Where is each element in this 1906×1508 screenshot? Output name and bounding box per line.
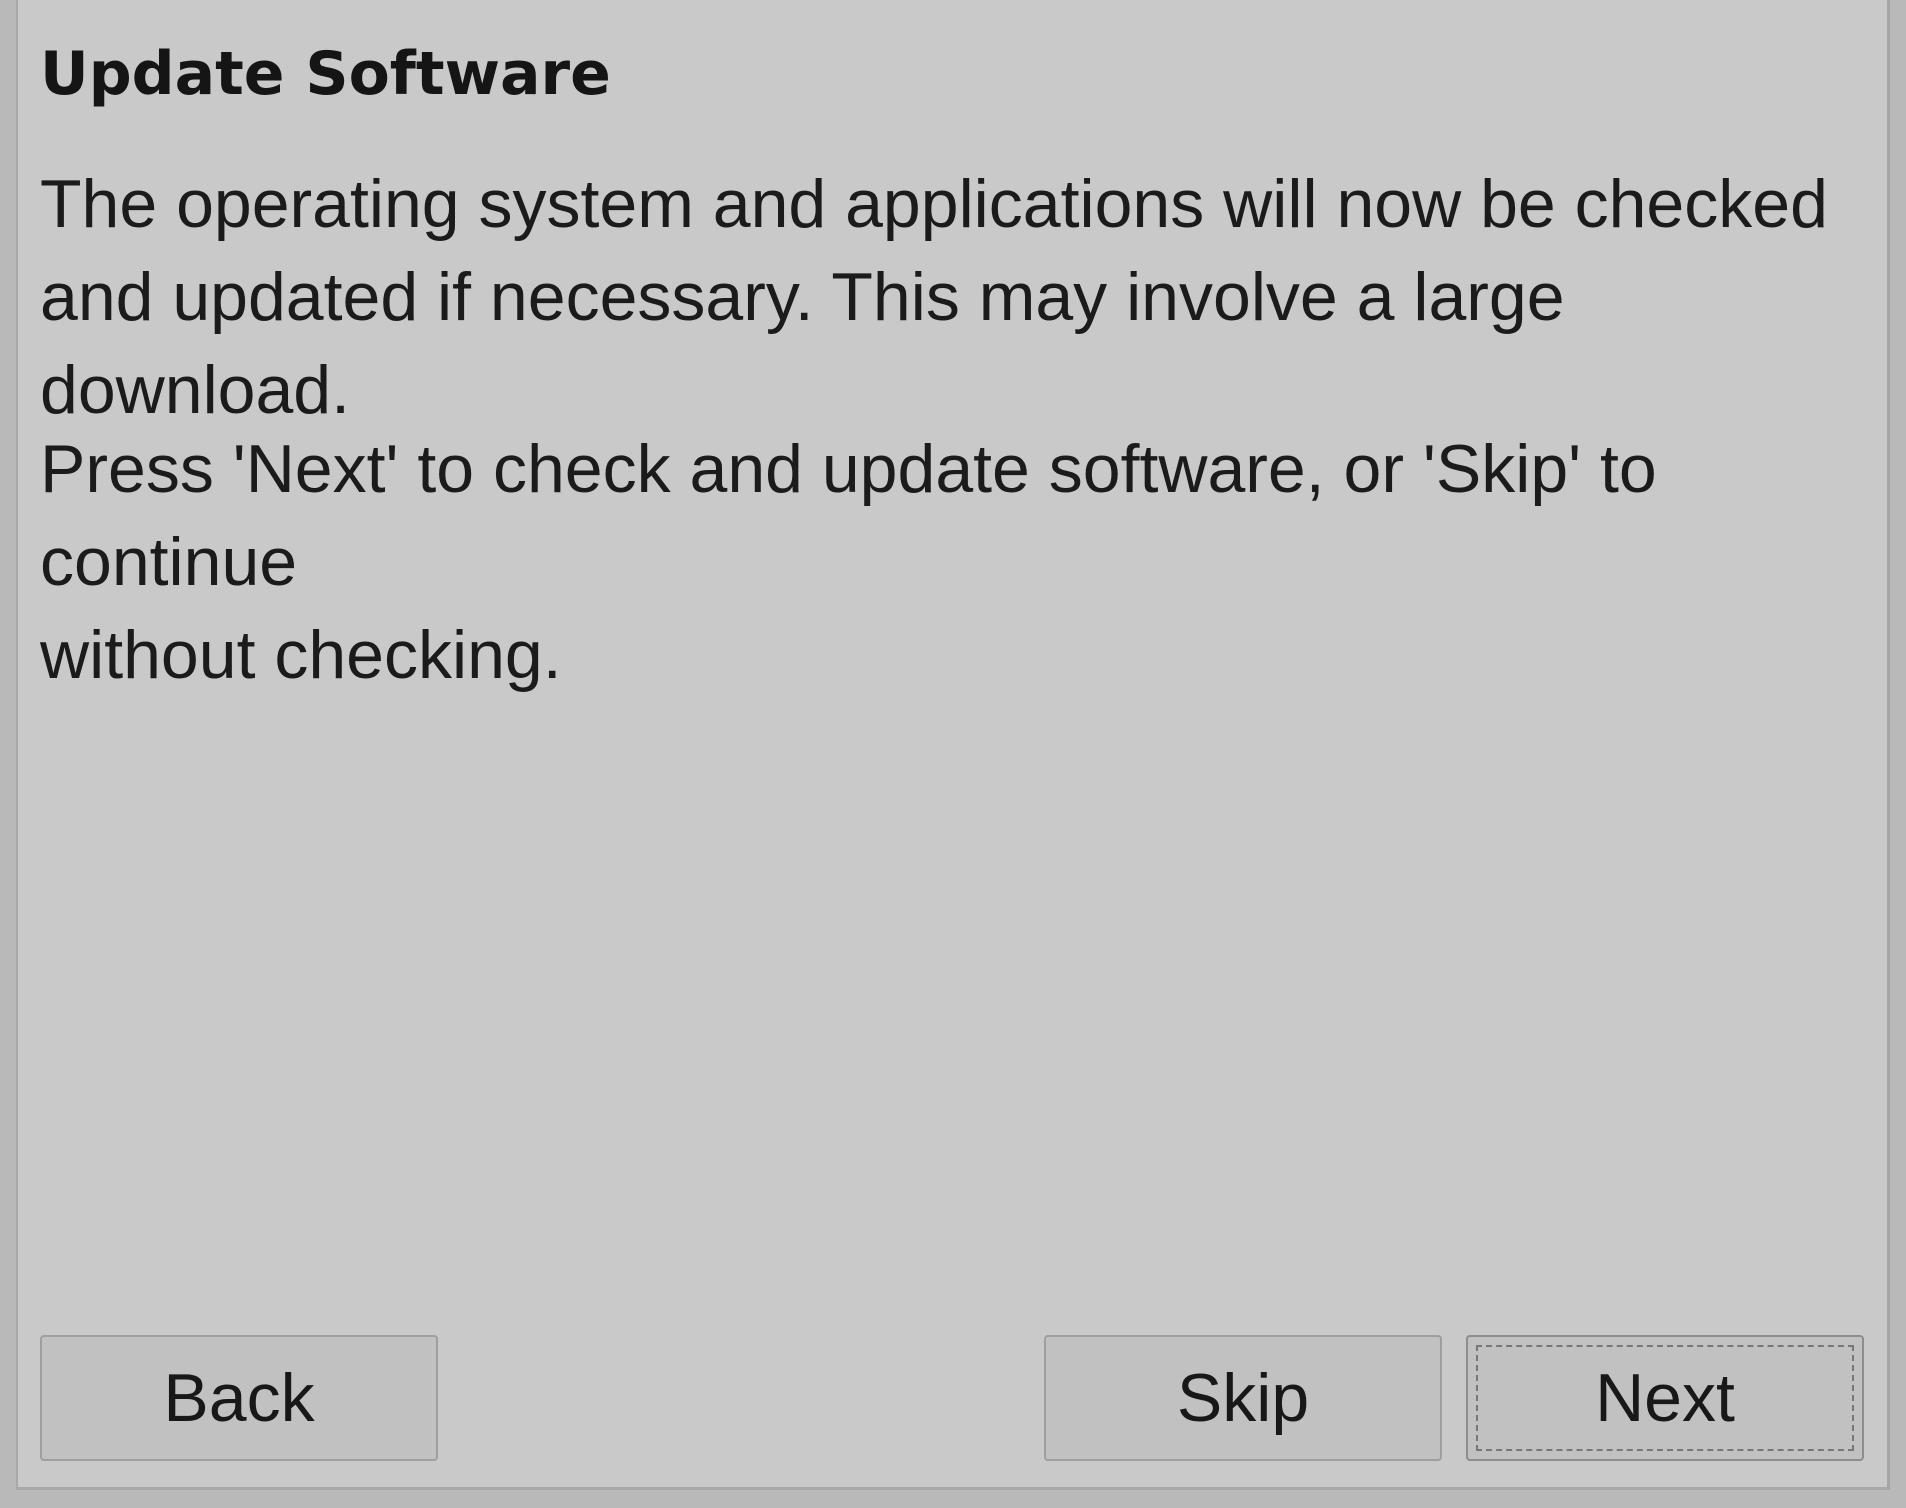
update-instructions-line-2: without checking. bbox=[40, 617, 562, 693]
dialog-title: Update Software bbox=[40, 39, 611, 109]
update-instructions: Press 'Next' to check and update softwar… bbox=[40, 423, 1860, 702]
update-description: The operating system and applications wi… bbox=[40, 158, 1860, 437]
update-description-line-2: and updated if necessary. This may invol… bbox=[40, 259, 1565, 428]
next-button[interactable]: Next bbox=[1466, 1335, 1864, 1461]
back-button[interactable]: Back bbox=[40, 1335, 438, 1461]
update-instructions-line-1: Press 'Next' to check and update softwar… bbox=[40, 431, 1657, 600]
update-description-line-1: The operating system and applications wi… bbox=[40, 166, 1828, 242]
update-software-dialog: Update Software The operating system and… bbox=[16, 0, 1890, 1490]
skip-button[interactable]: Skip bbox=[1044, 1335, 1442, 1461]
